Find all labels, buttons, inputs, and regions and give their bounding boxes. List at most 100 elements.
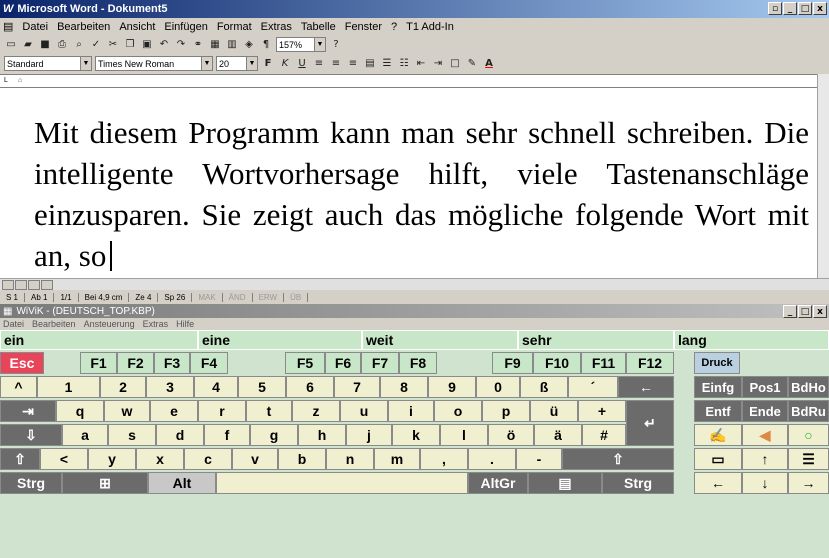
restore-icon[interactable]: ▫	[768, 2, 782, 15]
size-select[interactable]: 20 ▼	[216, 56, 258, 71]
key-hash[interactable]: #	[582, 424, 626, 446]
align-center-icon[interactable]: ≡	[329, 57, 343, 71]
key-z[interactable]: z	[292, 400, 340, 422]
cut-icon[interactable]: ✂	[106, 38, 120, 52]
key-v[interactable]: v	[232, 448, 278, 470]
vertical-scrollbar[interactable]	[817, 74, 829, 278]
minimize-button[interactable]: _	[783, 2, 797, 15]
key-f9[interactable]: F9	[492, 352, 533, 374]
key-f10[interactable]: F10	[533, 352, 581, 374]
key-w[interactable]: w	[104, 400, 150, 422]
align-right-icon[interactable]: ≡	[346, 57, 360, 71]
key-f[interactable]: f	[204, 424, 250, 446]
tab-stop-icon[interactable]: L	[4, 77, 8, 84]
capslock-icon[interactable]: ⇩	[0, 424, 62, 446]
key-bdho[interactable]: BdHo	[788, 376, 829, 398]
document-page[interactable]: Mit diesem Programm kann man sehr schnel…	[0, 88, 817, 278]
key-o[interactable]: o	[434, 400, 482, 422]
shift-right-icon[interactable]: ⇧	[562, 448, 674, 470]
style-select[interactable]: Standard ▼	[4, 56, 92, 71]
highlight-icon[interactable]: ✎	[465, 57, 479, 71]
key-less[interactable]: <	[40, 448, 88, 470]
key-r[interactable]: r	[198, 400, 246, 422]
menu-format[interactable]: Format	[217, 21, 252, 33]
italic-icon[interactable]: K	[278, 57, 292, 71]
key-5[interactable]: 5	[238, 376, 286, 398]
key-pos1[interactable]: Pos1	[742, 376, 788, 398]
paste-icon[interactable]: ▣	[140, 38, 154, 52]
undo-icon[interactable]: ↶	[157, 38, 171, 52]
key-bdru[interactable]: BdRu	[788, 400, 829, 422]
outline-view-icon[interactable]	[41, 279, 53, 290]
border-icon[interactable]: □	[448, 57, 462, 71]
key-strg-right[interactable]: Strg	[602, 472, 674, 494]
key-esc[interactable]: Esc	[0, 352, 44, 374]
key-m[interactable]: m	[374, 448, 420, 470]
redo-icon[interactable]: ↷	[174, 38, 188, 52]
status-erw[interactable]: ERW	[253, 292, 285, 302]
menu-bearbeiten[interactable]: Bearbeiten	[57, 21, 110, 33]
key-minus[interactable]: -	[516, 448, 562, 470]
key-f2[interactable]: F2	[117, 352, 154, 374]
status-and[interactable]: ÄND	[223, 292, 253, 302]
menu-einfuegen[interactable]: Einfügen	[164, 21, 207, 33]
key-7[interactable]: 7	[334, 376, 380, 398]
indent-marker-icon[interactable]: ⌂	[18, 77, 22, 84]
status-mak[interactable]: MAK	[192, 292, 223, 302]
maximize-button[interactable]: □	[798, 2, 812, 15]
close-button[interactable]: x	[813, 2, 827, 15]
font-color-icon[interactable]: A	[482, 57, 496, 71]
key-f12[interactable]: F12	[626, 352, 674, 374]
enter-icon[interactable]: ↵	[626, 400, 674, 446]
key-sz[interactable]: ß	[520, 376, 568, 398]
key-dot[interactable]: .	[468, 448, 516, 470]
open-icon[interactable]: ▰	[21, 38, 35, 52]
key-f8[interactable]: F8	[399, 352, 437, 374]
menu-datei[interactable]: Datei	[22, 21, 48, 33]
key-altgr[interactable]: AltGr	[468, 472, 528, 494]
help-icon[interactable]: ?	[329, 38, 343, 52]
key-alt[interactable]: Alt	[148, 472, 216, 494]
key-9[interactable]: 9	[428, 376, 476, 398]
key-l[interactable]: l	[440, 424, 488, 446]
backspace-icon[interactable]: ←	[618, 376, 674, 398]
drawing-icon[interactable]: ◈	[242, 38, 256, 52]
key-f1[interactable]: F1	[80, 352, 117, 374]
key-einfg[interactable]: Einfg	[694, 376, 742, 398]
wivik-menu-extras[interactable]: Extras	[143, 319, 169, 329]
key-space[interactable]	[216, 472, 468, 494]
dictionary-icon[interactable]: ✍	[694, 424, 742, 446]
print-icon[interactable]: ⎙	[55, 38, 69, 52]
prediction-3[interactable]: weit	[362, 330, 518, 350]
key-3[interactable]: 3	[146, 376, 194, 398]
key-c[interactable]: c	[184, 448, 232, 470]
key-0[interactable]: 0	[476, 376, 520, 398]
justify-icon[interactable]: ▤	[363, 57, 377, 71]
key-f11[interactable]: F11	[581, 352, 626, 374]
key-e[interactable]: e	[150, 400, 198, 422]
windows-icon[interactable]: ⊞	[62, 472, 148, 494]
key-2[interactable]: 2	[100, 376, 146, 398]
key-acute[interactable]: ´	[568, 376, 618, 398]
spellcheck-icon[interactable]: ✓	[89, 38, 103, 52]
key-u[interactable]: u	[340, 400, 388, 422]
align-left-icon[interactable]: ≡	[312, 57, 326, 71]
key-n[interactable]: n	[326, 448, 374, 470]
ruler[interactable]: L ⌂	[0, 74, 829, 88]
menu-tabelle[interactable]: Tabelle	[301, 21, 336, 33]
copy-icon[interactable]: ❐	[123, 38, 137, 52]
wivik-menu-bearbeiten[interactable]: Bearbeiten	[32, 319, 76, 329]
key-caret[interactable]: ^	[0, 376, 37, 398]
menu-addin[interactable]: T1 Add-In	[406, 21, 454, 33]
arrow-left-icon[interactable]: ←	[694, 472, 742, 494]
prediction-1[interactable]: ein	[0, 330, 198, 350]
key-strg[interactable]: Strg	[0, 472, 62, 494]
arrow-right-icon[interactable]: →	[788, 472, 829, 494]
wivik-minimize-button[interactable]: _	[783, 305, 797, 318]
key-a[interactable]: a	[62, 424, 108, 446]
document-text[interactable]: Mit diesem Programm kann man sehr schnel…	[34, 115, 809, 273]
arrow-down-icon[interactable]: ↓	[742, 472, 788, 494]
hyperlink-icon[interactable]: ⚭	[191, 38, 205, 52]
key-k[interactable]: k	[392, 424, 440, 446]
key-6[interactable]: 6	[286, 376, 334, 398]
